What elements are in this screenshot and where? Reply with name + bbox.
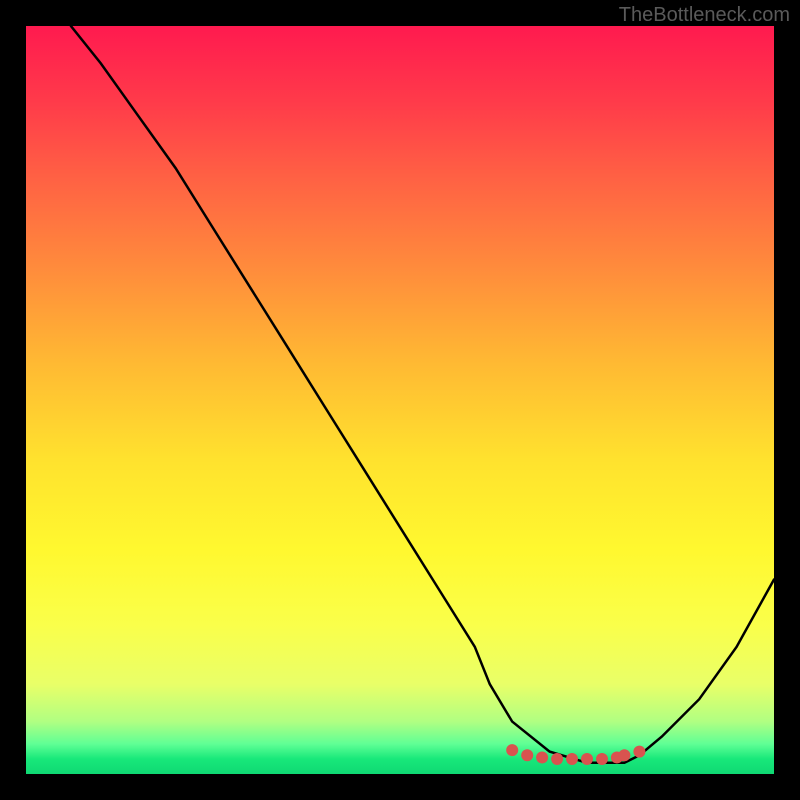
flat-zone-marker	[566, 753, 578, 765]
flat-zone-marker	[506, 744, 518, 756]
flat-zone-marker	[596, 753, 608, 765]
flat-zone-marker	[521, 749, 533, 761]
bottleneck-curve	[71, 26, 774, 763]
flat-zone-marker	[618, 749, 630, 761]
flat-zone-marker	[551, 753, 563, 765]
watermark-text: TheBottleneck.com	[619, 4, 790, 27]
flat-zone-marker	[633, 746, 645, 758]
flat-zone-marker	[536, 752, 548, 764]
flat-zone-marker	[581, 753, 593, 765]
chart-svg	[26, 26, 774, 774]
